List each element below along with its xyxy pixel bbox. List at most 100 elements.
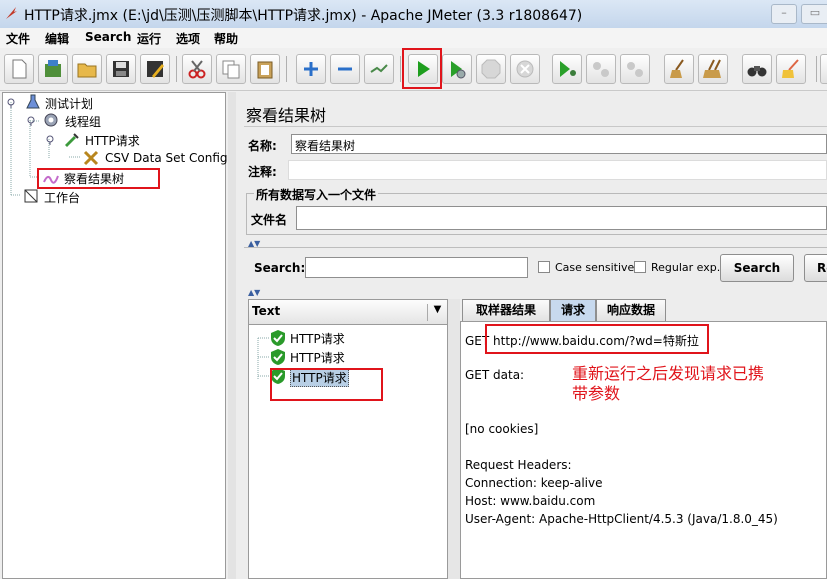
expand-handle-icon[interactable] bbox=[25, 114, 41, 130]
start-button-highlight bbox=[402, 48, 442, 89]
request-view[interactable]: GET http://www.baidu.com/?wd=特斯拉 GET dat… bbox=[460, 321, 827, 579]
reset-search-broom-icon bbox=[782, 59, 799, 78]
search-button[interactable] bbox=[742, 54, 772, 84]
request-url-highlight bbox=[485, 324, 709, 354]
name-label: 名称: bbox=[248, 139, 277, 153]
jmeter-feather-icon bbox=[4, 6, 18, 20]
collapse-arrows-icon[interactable]: ▲▼ bbox=[248, 288, 260, 297]
folder-open-icon bbox=[77, 63, 97, 78]
search-input[interactable] bbox=[305, 257, 528, 278]
minimize-button[interactable]: – bbox=[771, 4, 797, 24]
expand-all-button[interactable] bbox=[296, 54, 326, 84]
regex-label: Regular exp. bbox=[651, 261, 721, 274]
headers-title: Request Headers: bbox=[465, 458, 572, 472]
save-button[interactable] bbox=[106, 54, 136, 84]
result-tabs: 取样器结果 请求 响应数据 bbox=[460, 299, 827, 323]
menu-help[interactable]: 帮助 bbox=[214, 30, 238, 47]
success-shield-icon bbox=[271, 330, 285, 346]
copy-icon bbox=[222, 60, 240, 79]
brooms-icon bbox=[703, 59, 721, 78]
paste-button[interactable] bbox=[250, 54, 280, 84]
tree-node-thread-group[interactable]: 线程组 bbox=[65, 113, 101, 130]
collapse-all-button[interactable] bbox=[330, 54, 360, 84]
annotation-note: 重新运行之后发现请求已携 带参数 bbox=[572, 364, 764, 404]
clear-all-button[interactable] bbox=[698, 54, 728, 84]
templates-icon bbox=[45, 60, 61, 77]
stop-button[interactable] bbox=[476, 54, 506, 84]
comment-label: 注释: bbox=[248, 165, 277, 179]
remote-shutdown-button[interactable] bbox=[620, 54, 650, 84]
renderer-select[interactable]: Text ▼ bbox=[249, 300, 447, 325]
floppy-disk-icon bbox=[113, 61, 129, 77]
tree-node-csv-config[interactable]: CSV Data Set Config bbox=[105, 151, 228, 165]
clear-button[interactable] bbox=[664, 54, 694, 84]
menu-bar: 文件 编辑 Search 运行 选项 帮助 bbox=[0, 28, 827, 48]
menu-options[interactable]: 选项 bbox=[176, 30, 200, 47]
header-user-agent: User-Agent: Apache-HttpClient/4.5.3 (Jav… bbox=[465, 512, 778, 526]
search-submit-button[interactable]: Search bbox=[720, 254, 794, 282]
menu-run[interactable]: 运行 bbox=[137, 30, 161, 47]
case-sensitive-checkbox[interactable] bbox=[538, 261, 550, 273]
name-field[interactable]: 察看结果树 bbox=[291, 134, 827, 154]
broom-icon bbox=[670, 59, 684, 78]
toolbar-overflow[interactable] bbox=[820, 54, 827, 84]
result-item-label: HTTP请求 bbox=[290, 332, 345, 346]
title-bar: HTTP请求.jmx (E:\jd\压测\压测脚本\HTTP请求.jmx) - … bbox=[0, 0, 827, 29]
templates-button[interactable] bbox=[38, 54, 68, 84]
test-plan-tree: 测试计划 线程组 HTTP请求 CSV Data Set Config 察看结果… bbox=[2, 92, 228, 579]
workbench-icon bbox=[23, 188, 39, 204]
remote-stop-icon bbox=[593, 62, 609, 77]
header-connection: Connection: keep-alive bbox=[465, 476, 603, 490]
save-edit-icon bbox=[147, 61, 164, 78]
remote-stop-button[interactable] bbox=[586, 54, 616, 84]
binoculars-icon bbox=[747, 66, 767, 77]
open-button[interactable] bbox=[72, 54, 102, 84]
chevron-down-icon[interactable]: ▼ bbox=[427, 304, 447, 321]
cut-button[interactable] bbox=[182, 54, 212, 84]
tree-node-test-plan[interactable]: 测试计划 bbox=[45, 95, 93, 112]
regex-checkbox[interactable] bbox=[634, 261, 646, 273]
shutdown-button[interactable] bbox=[510, 54, 540, 84]
header-host: Host: www.baidu.com bbox=[465, 494, 596, 508]
scissors-icon bbox=[188, 60, 206, 79]
reset-search-button[interactable] bbox=[776, 54, 806, 84]
expand-handle-icon[interactable] bbox=[44, 133, 60, 149]
panel-title: 察看结果树 bbox=[246, 106, 327, 125]
cookies-line: [no cookies] bbox=[465, 422, 539, 436]
plus-icon bbox=[304, 62, 318, 76]
remote-shutdown-icon bbox=[627, 62, 643, 77]
split-pane-divider[interactable] bbox=[228, 92, 236, 579]
search-label: Search: bbox=[254, 261, 306, 275]
menu-edit[interactable]: 编辑 bbox=[45, 30, 69, 47]
expand-handle-icon[interactable] bbox=[5, 96, 21, 112]
file-name-label: 文件名 bbox=[251, 213, 288, 227]
tree-node-workbench[interactable]: 工作台 bbox=[44, 189, 80, 206]
clipboard-icon bbox=[257, 61, 273, 79]
toggle-wand-icon bbox=[370, 64, 388, 73]
toggle-button[interactable] bbox=[364, 54, 394, 84]
menu-file[interactable]: 文件 bbox=[6, 30, 30, 47]
copy-button[interactable] bbox=[216, 54, 246, 84]
sampler-pipette-icon bbox=[63, 131, 79, 147]
results-divider[interactable] bbox=[448, 299, 460, 579]
save-as-button[interactable] bbox=[140, 54, 170, 84]
shutdown-icon bbox=[516, 60, 534, 78]
remote-play-icon bbox=[560, 61, 576, 77]
window-title: HTTP请求.jmx (E:\jd\压测\压测脚本\HTTP请求.jmx) - … bbox=[24, 8, 583, 24]
tab-response-data[interactable]: 响应数据 bbox=[596, 299, 666, 321]
start-no-pauses-button[interactable] bbox=[442, 54, 472, 84]
file-name-field[interactable] bbox=[296, 206, 827, 230]
new-button[interactable] bbox=[4, 54, 34, 84]
tree-node-http-request[interactable]: HTTP请求 bbox=[85, 132, 140, 149]
reset-button[interactable]: Re bbox=[804, 254, 827, 282]
remote-start-button[interactable] bbox=[552, 54, 582, 84]
comment-field[interactable] bbox=[288, 160, 827, 180]
annotation-line-2: 带参数 bbox=[572, 384, 621, 403]
tab-sampler-result[interactable]: 取样器结果 bbox=[462, 299, 550, 321]
maximize-button[interactable]: ▭ bbox=[801, 4, 827, 24]
tab-request[interactable]: 请求 bbox=[550, 299, 596, 321]
selected-result-highlight bbox=[270, 368, 383, 401]
menu-search[interactable]: Search bbox=[85, 30, 131, 44]
case-sensitive-label: Case sensitive bbox=[555, 261, 635, 274]
file-section-title: 所有数据写入一个文件 bbox=[254, 186, 379, 203]
